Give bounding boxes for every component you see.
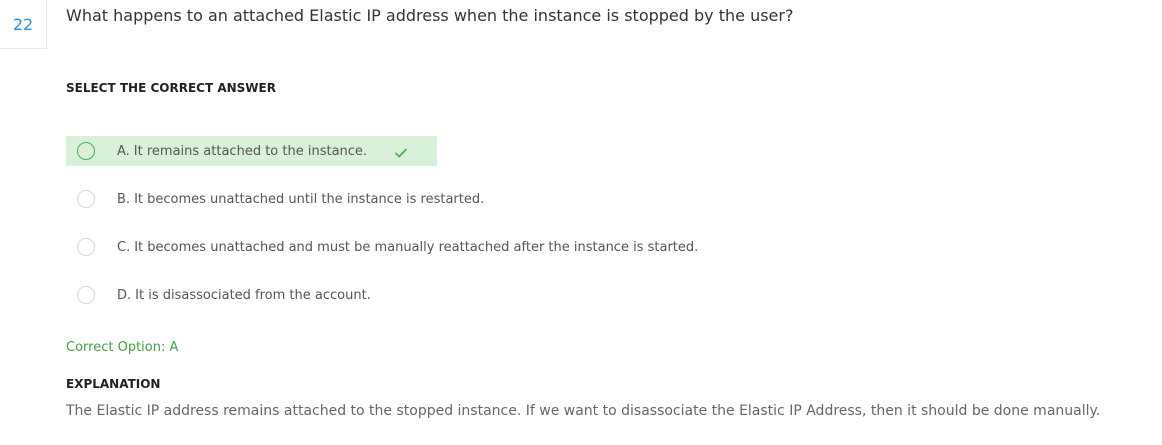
option-text: It is disassociated from the account. (135, 287, 371, 303)
radio-icon[interactable] (77, 286, 95, 304)
correct-option-label: Correct Option: A (66, 340, 179, 355)
radio-icon[interactable] (77, 142, 95, 160)
option-text: It becomes unattached until the instance… (134, 191, 485, 207)
option-letter: B. (117, 191, 131, 207)
radio-icon[interactable] (77, 190, 95, 208)
option-d[interactable]: D. It is disassociated from the account. (66, 280, 371, 310)
question-number-box: 22 (0, 0, 47, 49)
explanation-text: The Elastic IP address remains attached … (66, 403, 1101, 419)
select-answer-heading: SELECT THE CORRECT ANSWER (66, 81, 276, 95)
question-number: 22 (12, 14, 34, 34)
option-a[interactable]: A. It remains attached to the instance. (66, 136, 437, 166)
option-b[interactable]: B. It becomes unattached until the insta… (66, 184, 484, 214)
question-text: What happens to an attached Elastic IP a… (66, 6, 794, 25)
check-icon (395, 148, 407, 158)
explanation-heading: EXPLANATION (66, 377, 161, 391)
option-text: It becomes unattached and must be manual… (134, 239, 699, 255)
option-text: It remains attached to the instance. (133, 143, 368, 159)
option-letter: A. (117, 143, 130, 159)
radio-icon[interactable] (77, 238, 95, 256)
option-letter: C. (117, 239, 131, 255)
option-c[interactable]: C. It becomes unattached and must be man… (66, 232, 698, 262)
option-letter: D. (117, 287, 132, 303)
